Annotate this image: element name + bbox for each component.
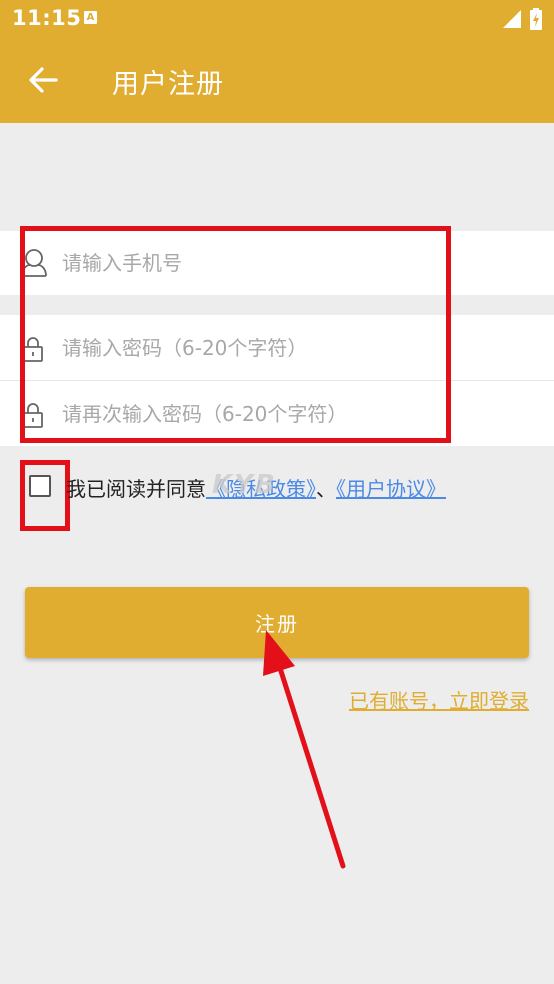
phone-input[interactable] xyxy=(62,231,532,295)
register-button[interactable]: 注册 xyxy=(25,587,529,658)
agreement-prefix: 我已阅读并同意 xyxy=(66,477,206,501)
notification-icon: A xyxy=(84,11,97,24)
confirm-password-field xyxy=(0,381,554,446)
phone-field-group xyxy=(0,231,554,295)
back-arrow-icon[interactable] xyxy=(28,66,58,94)
status-time: 11:15 xyxy=(12,6,82,30)
lock-icon xyxy=(23,337,43,362)
password-field xyxy=(0,315,554,380)
confirm-password-input[interactable] xyxy=(62,381,532,446)
password-input[interactable] xyxy=(62,315,532,380)
agreement-separator: 、 xyxy=(316,477,336,501)
user-agreement-link[interactable]: 《用户协议》 xyxy=(336,477,446,501)
status-bar: 11:15 A xyxy=(0,0,554,38)
watermark-logo: KYB xyxy=(212,470,277,500)
password-field-group xyxy=(0,315,554,446)
signal-icon xyxy=(503,10,521,28)
agree-checkbox[interactable] xyxy=(29,475,51,497)
battery-icon xyxy=(530,8,542,30)
app-bar: 用户注册 xyxy=(0,38,554,123)
login-link[interactable]: 已有账号，立即登录 xyxy=(349,685,529,714)
user-icon xyxy=(21,249,47,277)
phone-field xyxy=(0,231,554,295)
page-title: 用户注册 xyxy=(112,69,224,100)
lock-icon xyxy=(23,403,43,428)
